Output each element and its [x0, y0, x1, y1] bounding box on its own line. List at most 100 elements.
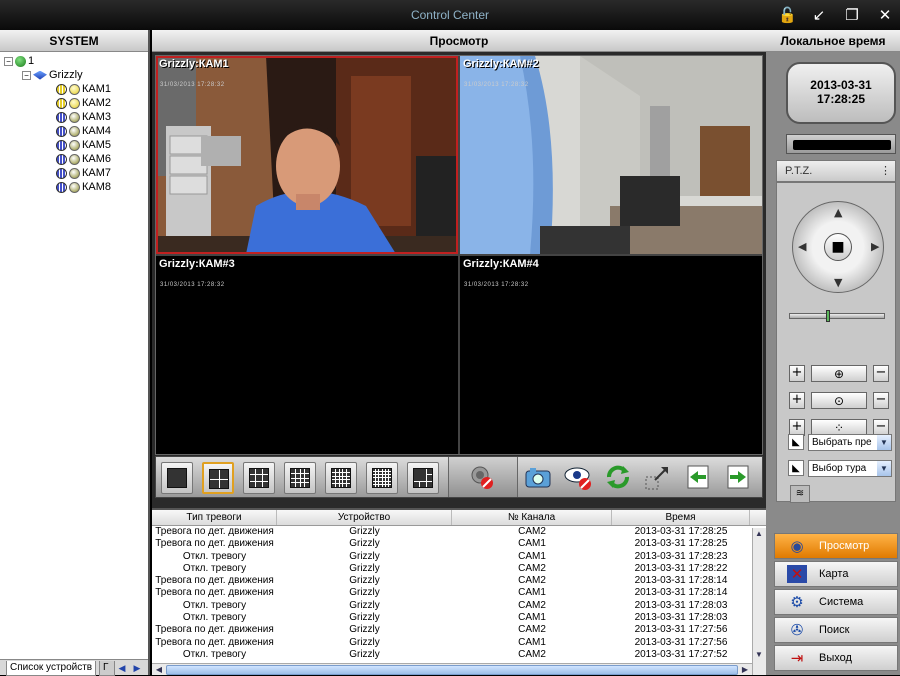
stop-all-icon[interactable]: [466, 462, 498, 494]
next-page-icon[interactable]: [722, 462, 754, 494]
alarm-horizontal-scrollbar[interactable]: ◀ ▶: [152, 663, 752, 675]
alarm-row[interactable]: Откл. тревогу Grizzly CAM1 2013-03-31 17:28…: [152, 551, 766, 563]
layout-36-button[interactable]: [366, 462, 398, 494]
tree-camera[interactable]: КАМ2: [4, 96, 111, 110]
ptz-header[interactable]: P.T.Z. ⋮: [776, 160, 896, 182]
alarm-row[interactable]: Тревога по дет. движения Grizzly CAM2 2013-…: [152, 575, 766, 587]
chevron-down-icon[interactable]: ▼: [877, 461, 891, 476]
scroll-thumb[interactable]: [166, 665, 738, 675]
film-reel-icon: ✇: [790, 621, 804, 639]
alarm-row[interactable]: Тревога по дет. движения Grizzly CAM1 2013-…: [152, 637, 766, 649]
alarm-row[interactable]: Тревога по дет. движения Grizzly CAM1 2013-…: [152, 587, 766, 599]
alarm-cell: CAM1: [518, 612, 546, 624]
column-header[interactable]: Время: [612, 510, 750, 525]
minimize-icon[interactable]: ↙: [810, 6, 828, 24]
nav-search[interactable]: ✇ Поиск: [774, 617, 898, 643]
hide-view-icon[interactable]: [562, 462, 594, 494]
ptz-menu-icon[interactable]: ⋮: [880, 161, 891, 181]
alarm-cell: Тревога по дет. движения: [155, 575, 274, 587]
layout-25-button[interactable]: [325, 462, 357, 494]
ptz-speed-slider[interactable]: [789, 310, 885, 322]
layout-1-button[interactable]: [161, 462, 193, 494]
nav-preview[interactable]: ◉ Просмотр: [774, 533, 898, 559]
slider-knob[interactable]: [826, 310, 830, 322]
alarm-row[interactable]: Тревога по дет. движения Grizzly CAM2 2013-…: [152, 624, 766, 636]
tour-select-box[interactable]: Выбор тура ▼: [808, 460, 892, 477]
close-icon[interactable]: ✕: [876, 6, 894, 24]
preset-select[interactable]: ◣ Выбрать пре ▼: [788, 434, 892, 452]
alarm-cell: 2013-03-31 17:28:14: [634, 587, 728, 599]
alarm-row[interactable]: Откл. тревогу Grizzly CAM1 2013-03-31 17:28…: [152, 612, 766, 624]
alarm-row[interactable]: Откл. тревогу Grizzly CAM2 2013-03-31 17:28…: [152, 600, 766, 612]
zoom-minus-button[interactable]: −: [873, 392, 889, 409]
collapse-icon[interactable]: −: [22, 70, 31, 80]
focus-plus-button[interactable]: +: [789, 365, 805, 382]
layout-16-button[interactable]: [284, 462, 316, 494]
tree-root[interactable]: −1: [4, 54, 111, 68]
alarm-row[interactable]: Тревога по дет. движения Grizzly CAM2 2013-…: [152, 526, 766, 538]
video-tile-4[interactable]: Grizzly:КАМ#4 31/03/2013 17:28:32: [460, 256, 762, 454]
zoom-plus-button[interactable]: +: [789, 392, 805, 409]
camera-label: КАМ3: [82, 111, 112, 123]
alarm-cell: CAM1: [518, 636, 546, 648]
pan-left-icon[interactable]: ◀: [798, 240, 806, 253]
nav-system[interactable]: ⚙ Система: [774, 589, 898, 615]
tree-camera[interactable]: КАМ1: [4, 82, 111, 96]
refresh-icon[interactable]: [602, 462, 634, 494]
tile-timestamp: 31/03/2013 17:28:32: [464, 282, 529, 288]
column-header[interactable]: Устройство: [277, 510, 452, 525]
tree-camera[interactable]: КАМ5: [4, 138, 111, 152]
tab-scroll-left-icon[interactable]: ◀: [116, 662, 128, 674]
tab-device-list[interactable]: Список устройств: [6, 661, 97, 676]
alarm-cell: CAM1: [518, 538, 546, 550]
nav-map[interactable]: ✕ Карта: [774, 561, 898, 587]
video-tile-2[interactable]: Grizzly:КАМ#2 31/03/2013 17:28:32: [460, 56, 762, 254]
alarm-cell: CAM2: [518, 599, 546, 611]
tree-camera[interactable]: КАМ3: [4, 110, 111, 124]
layout-9-button[interactable]: [243, 462, 275, 494]
tree-camera[interactable]: КАМ8: [4, 180, 111, 194]
alarm-row[interactable]: Тревога по дет. движения Grizzly CAM1 2013-…: [152, 538, 766, 550]
video-tile-1[interactable]: Grizzly:КАМ1 31/03/2013 17:28:32: [156, 56, 458, 254]
video-tile-3[interactable]: Grizzly:КАМ#3 31/03/2013 17:28:32: [156, 256, 458, 454]
scroll-down-icon[interactable]: ▼: [753, 649, 765, 661]
video-grid: Grizzly:КАМ1 31/03/2013 17:28:32 Grizzly…: [155, 55, 763, 455]
tree-camera[interactable]: КАМ4: [4, 124, 111, 138]
pan-right-icon[interactable]: ▶: [871, 240, 879, 253]
alarm-row[interactable]: Откл. тревогу Grizzly CAM2 2013-03-31 17:27…: [152, 649, 766, 661]
scroll-right-icon[interactable]: ▶: [739, 664, 751, 676]
lock-icon[interactable]: 🔓: [778, 6, 797, 24]
alarm-cell: Grizzly: [349, 648, 380, 660]
layout-16-icon: [290, 468, 310, 488]
layout-4-button[interactable]: [202, 462, 234, 494]
tree-dvr[interactable]: − Grizzly: [4, 68, 111, 82]
nav-label: Система: [819, 596, 864, 608]
column-header[interactable]: Тип тревоги: [152, 510, 277, 525]
scroll-up-icon[interactable]: ▲: [753, 528, 765, 540]
wiper-icon[interactable]: ≋: [790, 485, 810, 503]
snapshot-icon[interactable]: [522, 462, 554, 494]
restore-icon[interactable]: ❐: [843, 6, 861, 24]
tab-scroll-right-icon[interactable]: ▶: [131, 662, 143, 674]
fullscreen-icon[interactable]: [642, 462, 674, 494]
alarm-vertical-scrollbar[interactable]: ▲ ▼: [752, 528, 766, 675]
alarm-row[interactable]: Откл. тревогу Grizzly CAM2 2013-03-31 17:28…: [152, 563, 766, 575]
focus-minus-button[interactable]: −: [873, 365, 889, 382]
tour-select[interactable]: ◣ Выбор тура ▼: [788, 460, 892, 478]
preset-select-box[interactable]: Выбрать пре ▼: [808, 434, 892, 451]
tree-camera[interactable]: КАМ6: [4, 152, 111, 166]
ptz-stop-button[interactable]: ■: [824, 233, 852, 261]
pan-down-icon[interactable]: ▼: [834, 276, 842, 289]
scroll-left-icon[interactable]: ◀: [153, 664, 165, 676]
column-header[interactable]: № Канала: [452, 510, 612, 525]
chevron-down-icon[interactable]: ▼: [877, 435, 891, 450]
collapse-icon[interactable]: −: [4, 56, 13, 66]
tree-camera[interactable]: КАМ7: [4, 166, 111, 180]
layout-custom-button[interactable]: [407, 462, 439, 494]
nav-exit[interactable]: ⇥ Выход: [774, 645, 898, 671]
ptz-direction-pad[interactable]: ▲ ▼ ◀ ▶ ■: [792, 201, 884, 293]
pan-up-icon[interactable]: ▲: [834, 206, 842, 219]
tree-root-label: 1: [28, 55, 35, 67]
previous-page-icon[interactable]: [682, 462, 714, 494]
tab-second[interactable]: Г: [99, 661, 115, 676]
